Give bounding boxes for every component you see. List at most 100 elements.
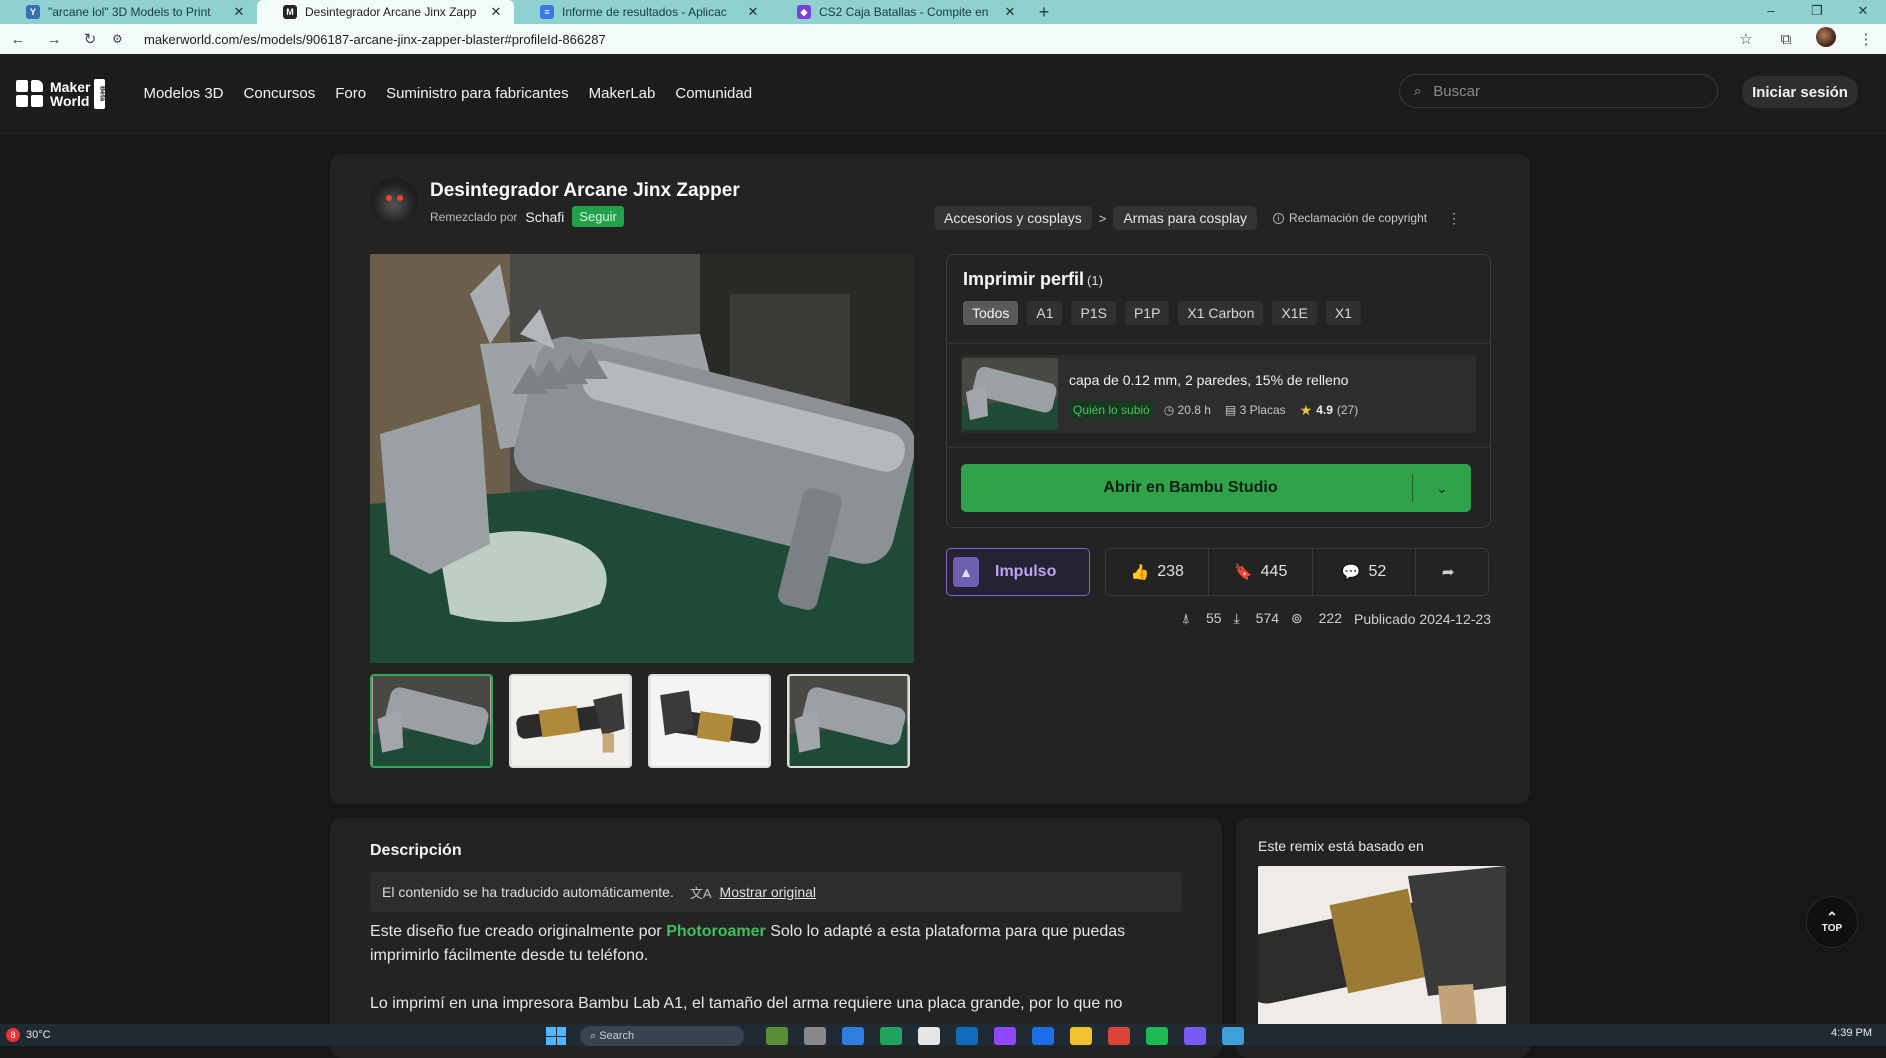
reload-icon[interactable]: ↻ bbox=[72, 30, 108, 48]
original-author-link[interactable]: Photoroamer bbox=[666, 923, 766, 940]
show-original-link[interactable]: Mostrar original bbox=[720, 884, 816, 900]
translation-text: El contenido se ha traducido automáticam… bbox=[382, 884, 674, 900]
printer-filter-x1[interactable]: X1 bbox=[1325, 301, 1361, 325]
makerworld-logo[interactable]: Maker World Beta bbox=[16, 78, 106, 109]
new-tab-button[interactable]: + bbox=[1032, 0, 1056, 24]
maximize-button[interactable]: ❐ bbox=[1794, 0, 1840, 24]
url-field[interactable]: ⚙ makerworld.com/es/models/906187-arcane… bbox=[112, 27, 1720, 51]
engagement-buttons: 👍 238 🔖 445 💬 52 ➦ bbox=[1105, 548, 1489, 596]
print-time: ◷ 20.8 h bbox=[1163, 403, 1211, 417]
nav-comunidad[interactable]: Comunidad bbox=[675, 85, 752, 102]
printer-filter-x1-carbon[interactable]: X1 Carbon bbox=[1178, 301, 1264, 325]
weather-widget[interactable]: 8 30°C bbox=[6, 1028, 51, 1042]
taskbar-search[interactable]: ⌕ Search bbox=[580, 1026, 744, 1046]
app-icon[interactable] bbox=[766, 1027, 788, 1045]
edge-icon[interactable] bbox=[880, 1027, 902, 1045]
browser-menu-icon[interactable]: ⋮ bbox=[1846, 30, 1886, 48]
remix-by-label: Remezclado por bbox=[430, 209, 518, 224]
breadcrumb-subcategory[interactable]: Armas para cosplay bbox=[1113, 206, 1258, 230]
translate-icon: 文A bbox=[689, 885, 712, 901]
nav-foro[interactable]: Foro bbox=[335, 85, 366, 102]
logo-mark-icon bbox=[16, 79, 44, 108]
app-icon[interactable] bbox=[804, 1027, 826, 1045]
windows-start-icon[interactable] bbox=[546, 1027, 566, 1045]
tab-close-icon[interactable]: ✕ bbox=[231, 4, 247, 20]
system-clock[interactable]: 4:39 PM bbox=[1831, 1027, 1872, 1039]
browser-tab[interactable]: Y "arcane lol" 3D Models to Print ✕ bbox=[0, 0, 257, 24]
browser-tab[interactable]: ≡ Informe de resultados - Aplicac ✕ bbox=[514, 0, 771, 24]
tab-close-icon[interactable]: ✕ bbox=[745, 4, 761, 20]
app-icon[interactable] bbox=[956, 1027, 978, 1045]
tab-close-icon[interactable]: ✕ bbox=[488, 4, 504, 20]
browser-tab-active[interactable]: M Desintegrador Arcane Jinx Zapp ✕ bbox=[257, 0, 514, 24]
action-bar: ▲ Impulso 👍 238 🔖 445 💬 52 ➦ bbox=[946, 548, 1489, 596]
printer-filter-todos[interactable]: Todos bbox=[963, 301, 1019, 325]
tab-title: Desintegrador Arcane Jinx Zapp bbox=[305, 5, 477, 19]
breadcrumb-category[interactable]: Accesorios y cosplays bbox=[934, 206, 1092, 230]
copyright-claim-link[interactable]: i Reclamación de copyright bbox=[1273, 211, 1427, 225]
bookmark-star-icon[interactable]: ☆ bbox=[1726, 30, 1766, 48]
login-button[interactable]: Iniciar sesión bbox=[1742, 76, 1858, 108]
model-stats: ⍋ 55 ⤓ 574 ⊚ 222 Publicado 2024-12-23 bbox=[1170, 610, 1491, 627]
site-info-icon[interactable]: ⚙ bbox=[112, 32, 134, 46]
open-in-bambu-studio-button[interactable]: Abrir en Bambu Studio ⌄ bbox=[961, 464, 1471, 512]
app-icon[interactable] bbox=[918, 1027, 940, 1045]
profile-name: capa de 0.12 mm, 2 paredes, 15% de relle… bbox=[1069, 372, 1349, 388]
tab-close-icon[interactable]: ✕ bbox=[1002, 4, 1018, 20]
app-icon[interactable] bbox=[1184, 1027, 1206, 1045]
thumbnail-1[interactable] bbox=[370, 674, 493, 768]
app-icon[interactable] bbox=[1222, 1027, 1244, 1045]
main-model-image[interactable] bbox=[370, 254, 914, 663]
collect-button[interactable]: 🔖 445 bbox=[1209, 549, 1313, 595]
search-input[interactable]: ⌕ Buscar bbox=[1399, 74, 1718, 108]
tab-title: CS2 Caja Batallas - Compite en bbox=[819, 5, 989, 19]
thumbnail-4[interactable] bbox=[787, 674, 910, 768]
browser-tab[interactable]: ◆ CS2 Caja Batallas - Compite en ✕ bbox=[771, 0, 1028, 24]
more-options-icon[interactable]: ⋮ bbox=[1447, 210, 1461, 227]
back-arrow-icon[interactable]: ← bbox=[0, 31, 36, 48]
search-placeholder: Buscar bbox=[1433, 82, 1480, 100]
author-avatar[interactable] bbox=[370, 178, 418, 226]
spotify-icon[interactable] bbox=[1146, 1027, 1168, 1045]
twitch-icon[interactable] bbox=[994, 1027, 1016, 1045]
profile-rating: ★ 4.9 (27) bbox=[1299, 401, 1359, 418]
printer-filter-x1e[interactable]: X1E bbox=[1272, 301, 1317, 325]
close-window-button[interactable]: ✕ bbox=[1840, 0, 1886, 24]
thumbs-up-icon: 👍 bbox=[1130, 564, 1150, 581]
like-button[interactable]: 👍 238 bbox=[1106, 549, 1210, 595]
nav-makerlab[interactable]: MakerLab bbox=[589, 85, 656, 102]
printer-filter-p1s[interactable]: P1S bbox=[1071, 301, 1116, 325]
printer-filter-p1p[interactable]: P1P bbox=[1124, 301, 1170, 325]
nav-concursos[interactable]: Concursos bbox=[244, 85, 316, 102]
remix-source-image[interactable] bbox=[1258, 866, 1506, 1036]
tab-title: "arcane lol" 3D Models to Print bbox=[48, 5, 211, 19]
comments-button[interactable]: 💬 52 bbox=[1313, 549, 1417, 595]
thumbnail-2[interactable] bbox=[509, 674, 632, 768]
image-thumbnails bbox=[370, 674, 926, 768]
tab-favicon-icon: Y bbox=[26, 5, 40, 19]
nav-suministro[interactable]: Suministro para fabricantes bbox=[386, 85, 569, 102]
minimize-button[interactable]: – bbox=[1748, 0, 1794, 24]
extensions-icon[interactable]: ⧉ bbox=[1766, 31, 1806, 48]
divider bbox=[947, 447, 1490, 448]
tab-title: Informe de resultados - Aplicac bbox=[562, 5, 727, 19]
file-explorer-icon[interactable] bbox=[1070, 1027, 1092, 1045]
profile-avatar[interactable] bbox=[1806, 27, 1846, 51]
app-icon[interactable] bbox=[1032, 1027, 1054, 1045]
follow-button[interactable]: Seguir bbox=[572, 206, 624, 227]
address-bar: ← → ↻ ⚙ makerworld.com/es/models/906187-… bbox=[0, 24, 1886, 54]
description-paragraph-2: Lo imprimí en una impresora Bambu Lab A1… bbox=[370, 995, 1123, 1012]
scroll-to-top-button[interactable]: ⌃ TOP bbox=[1806, 896, 1858, 948]
printer-filter-a1[interactable]: A1 bbox=[1027, 301, 1063, 325]
boost-button[interactable]: ▲ Impulso bbox=[946, 548, 1090, 596]
chrome-icon[interactable] bbox=[1108, 1027, 1130, 1045]
author-name[interactable]: Schafi bbox=[525, 209, 564, 225]
nav-modelos-3d[interactable]: Modelos 3D bbox=[143, 85, 223, 102]
open-button-label: Abrir en Bambu Studio bbox=[1103, 479, 1278, 496]
share-button[interactable]: ➦ bbox=[1416, 549, 1488, 595]
forward-arrow-icon[interactable]: → bbox=[36, 31, 72, 48]
profile-item[interactable]: capa de 0.12 mm, 2 paredes, 15% de relle… bbox=[961, 355, 1476, 433]
thumbnail-3[interactable] bbox=[648, 674, 771, 768]
chevron-down-icon[interactable]: ⌄ bbox=[1413, 480, 1471, 497]
app-icon[interactable] bbox=[842, 1027, 864, 1045]
